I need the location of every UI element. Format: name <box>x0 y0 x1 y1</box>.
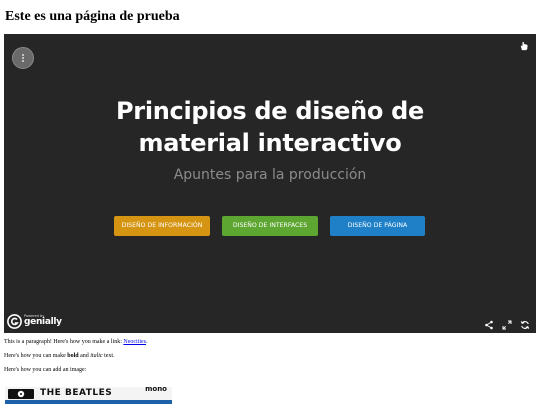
page: Este es una página de prueba Principios … <box>0 0 540 405</box>
album-mono-tag: mono <box>145 387 167 393</box>
menu-button[interactable] <box>12 47 34 69</box>
title-line-2: material interactivo <box>138 129 402 157</box>
brand-name: genially <box>24 317 62 328</box>
genially-viewer[interactable]: Principios de diseño de material interac… <box>4 34 536 333</box>
diseno-interfaces-button[interactable]: DISEÑO DE INTERFACES <box>222 216 318 236</box>
diseno-informacion-button[interactable]: DISEÑO DE INFORMACIÓN <box>114 216 210 236</box>
more-vertical-icon <box>22 54 24 62</box>
record-label-logo-icon <box>8 389 34 399</box>
paragraph-link: This is a paragraph! Here's how you make… <box>4 338 148 346</box>
neocities-link[interactable]: Neocities <box>123 339 146 345</box>
presentation-subtitle: Apuntes para la producción <box>173 167 367 183</box>
genially-brand-text: Powered by genially <box>24 314 62 328</box>
album-title: THE BEATLES <box>40 388 113 398</box>
album-cover-image: THE BEATLES mono <box>5 387 172 405</box>
page-heading: Este es una página de prueba <box>5 9 180 24</box>
italic-text: italic <box>90 353 103 359</box>
paragraph-link-text: This is a paragraph! Here's how you make… <box>4 339 124 345</box>
cursor-hand-icon[interactable] <box>518 40 530 52</box>
paragraph-image: Here's how you can add an image: <box>4 367 87 373</box>
paragraph-formatting-start: Here's how you can make <box>4 353 68 359</box>
genially-logo-icon <box>7 313 22 329</box>
viewer-controls <box>484 317 530 330</box>
diseno-pagina-button[interactable]: DISEÑO DE PÁGINA <box>330 216 425 236</box>
paragraph-link-end: . <box>146 339 148 345</box>
fullscreen-icon[interactable] <box>502 317 512 330</box>
genially-brand[interactable]: Powered by genially <box>7 313 62 329</box>
bold-text: bold <box>67 353 79 359</box>
share-icon[interactable] <box>484 317 494 330</box>
presentation-title: Principios de diseño de material interac… <box>4 95 536 159</box>
paragraph-formatting-end: text. <box>102 353 115 359</box>
paragraph-formatting: Here's how you can make bold and italic … <box>4 352 115 360</box>
paragraph-formatting-mid: and <box>78 353 91 359</box>
refresh-icon[interactable] <box>520 317 530 329</box>
title-line-1: Principios de diseño de <box>116 97 424 125</box>
